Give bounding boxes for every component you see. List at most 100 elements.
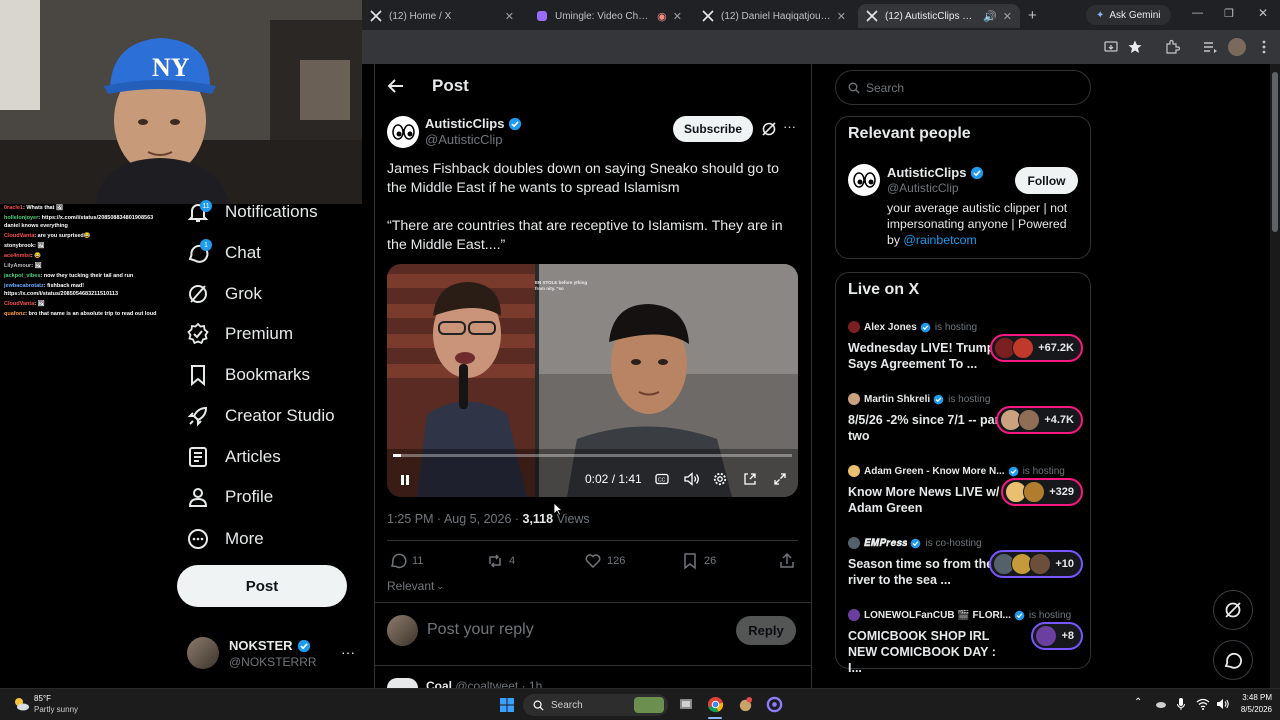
nav-premium[interactable]: Premium: [186, 316, 293, 352]
author-name[interactable]: AutisticClips: [425, 116, 522, 131]
extensions-icon[interactable]: [1164, 39, 1180, 55]
author-avatar[interactable]: [387, 116, 419, 148]
nav-articles[interactable]: Articles: [186, 439, 281, 475]
taskbar-search[interactable]: Search: [523, 694, 668, 716]
browser-tab[interactable]: (12) Home / X ✕: [362, 4, 522, 28]
game-app-icon[interactable]: [737, 696, 754, 713]
reply-input[interactable]: Post your reply: [427, 621, 534, 639]
live-item[interactable]: Alex Jones is hosting Wednesday LIVE! Trum…: [848, 320, 1083, 372]
browser-tab[interactable]: (12) Daniel Haqiqatjou on X ✕: [694, 4, 854, 28]
page-title: Post: [432, 76, 469, 95]
chat-message: LilyAmour: 🖼: [4, 262, 164, 270]
nav-chat[interactable]: Chat: [186, 235, 261, 271]
author-handle[interactable]: @AutisticClip: [425, 132, 503, 147]
fullscreen-icon[interactable]: [773, 472, 787, 486]
wifi-icon[interactable]: [1196, 698, 1210, 710]
profile-avatar[interactable]: [1228, 38, 1246, 56]
search-box[interactable]: Search: [835, 70, 1091, 105]
live-item[interactable]: Adam Green - Know More N... is hosting Kno…: [848, 464, 1083, 516]
more-circle-icon: [188, 529, 208, 549]
nav-bookmarks[interactable]: Bookmarks: [186, 357, 310, 393]
live-item[interactable]: 𝑬𝑴𝑷𝒓𝒆𝒔𝒔 is co-hosting Season time so from …: [848, 536, 1083, 588]
reply-sort-dropdown[interactable]: Relevant ⌄: [387, 579, 444, 593]
picture-in-picture-icon[interactable]: [743, 472, 757, 486]
next-post-header: Coal @coaltweet · 1h: [426, 679, 542, 688]
grok-explain-icon[interactable]: [761, 121, 777, 137]
chat-text: : are you surprised😂: [34, 233, 91, 239]
ask-gemini-button[interactable]: ✦ Ask Gemini: [1086, 5, 1171, 25]
reply-button[interactable]: Reply: [736, 616, 796, 645]
repost-action[interactable]: 4: [486, 552, 515, 570]
person-avatar[interactable]: [848, 164, 880, 196]
close-window-icon[interactable]: ✕: [1258, 6, 1268, 20]
next-post-avatar[interactable]: [387, 678, 418, 688]
account-menu-icon[interactable]: ···: [341, 644, 355, 660]
media-control-icon[interactable]: [1202, 39, 1218, 55]
new-tab-icon[interactable]: +: [1028, 7, 1037, 24]
account-avatar[interactable]: [187, 637, 219, 669]
weather-temp[interactable]: 85°F: [34, 694, 51, 703]
show-hidden-icons[interactable]: ⌃: [1134, 697, 1142, 708]
nav-label: Creator Studio: [225, 406, 335, 425]
live-listeners-pill[interactable]: +67.2K: [990, 334, 1083, 362]
close-tab-icon[interactable]: ✕: [673, 10, 682, 23]
video-player[interactable]: EN STOLE before ything from nity. "so 0:…: [387, 264, 798, 497]
chrome-icon[interactable]: [707, 696, 724, 713]
subscribe-button[interactable]: Subscribe: [673, 116, 753, 142]
bookmark-star-icon[interactable]: [1127, 39, 1143, 55]
share-icon[interactable]: [778, 552, 796, 570]
captions-icon[interactable]: CC: [655, 472, 669, 486]
task-view-icon[interactable]: [678, 696, 694, 712]
browser-tab-active[interactable]: (12) AutisticClips on X: "J 🔊 ✕: [858, 4, 1020, 28]
nav-more[interactable]: More: [186, 521, 264, 557]
host-avatar: [848, 321, 860, 333]
host-avatar: [848, 393, 860, 405]
back-arrow-icon[interactable]: [387, 77, 405, 95]
bio-link[interactable]: @rainbetcom: [903, 233, 976, 247]
pause-icon[interactable]: [399, 474, 411, 486]
microphone-icon[interactable]: [1176, 697, 1186, 711]
close-tab-icon[interactable]: ✕: [837, 10, 846, 23]
account-handle: @NOKSTERRR: [229, 655, 317, 669]
scrollbar-thumb[interactable]: [1272, 72, 1278, 232]
tab-title: Umingle: Video Chat with: [555, 10, 651, 22]
compose-post-button[interactable]: Post: [177, 565, 347, 607]
nav-grok[interactable]: Grok: [186, 276, 262, 312]
page-scrollbar[interactable]: [1270, 64, 1280, 688]
reply-action[interactable]: 11: [389, 552, 423, 570]
clock-time[interactable]: 3:48 PM: [1236, 693, 1272, 702]
live-item[interactable]: LONEWOLFanCUB 🎬 FLORI... is hosting COMICB…: [848, 608, 1083, 676]
close-tab-icon[interactable]: ✕: [505, 10, 514, 23]
live-listeners-pill[interactable]: +4.7K: [996, 406, 1083, 434]
speaker-volume-icon[interactable]: [1216, 698, 1230, 710]
video-scrubber[interactable]: [393, 454, 792, 457]
follow-button[interactable]: Follow: [1015, 167, 1078, 194]
kebab-menu-icon[interactable]: [1256, 39, 1272, 55]
cloud-sync-icon[interactable]: [1155, 698, 1167, 710]
grok-floating-button[interactable]: [1213, 590, 1253, 630]
install-app-icon[interactable]: [1103, 39, 1119, 55]
restore-icon[interactable]: ❐: [1224, 7, 1234, 20]
live-listeners-pill[interactable]: +10: [989, 550, 1083, 578]
nav-profile[interactable]: Profile: [186, 479, 273, 515]
settings-gear-icon[interactable]: [713, 472, 727, 486]
minimize-icon[interactable]: —: [1192, 7, 1203, 19]
messages-floating-button[interactable]: [1213, 640, 1253, 680]
clock-date[interactable]: 8/5/2026: [1230, 705, 1272, 714]
close-tab-icon[interactable]: ✕: [1003, 10, 1012, 23]
chat-username: 0racle1: [4, 205, 23, 211]
windows-start-icon[interactable]: [499, 697, 515, 713]
browser-tab[interactable]: Umingle: Video Chat with ◉ ✕: [528, 4, 690, 28]
speaker-icon[interactable]: 🔊: [983, 10, 997, 23]
live-listeners-pill[interactable]: +329: [1001, 478, 1083, 506]
bookmark-action[interactable]: 26: [681, 552, 716, 570]
post-more-icon[interactable]: ···: [783, 119, 796, 134]
like-action[interactable]: 126: [584, 552, 625, 570]
volume-icon[interactable]: [684, 472, 700, 486]
account-name[interactable]: NOKSTER: [229, 638, 311, 653]
nav-creator-studio[interactable]: Creator Studio: [186, 398, 335, 434]
person-name[interactable]: AutisticClips: [887, 165, 984, 180]
obs-app-icon[interactable]: [766, 696, 783, 713]
live-listeners-pill[interactable]: +8: [1031, 622, 1083, 650]
live-item[interactable]: Martin Shkreli is hosting 8/5/26 -2% since…: [848, 392, 1083, 444]
